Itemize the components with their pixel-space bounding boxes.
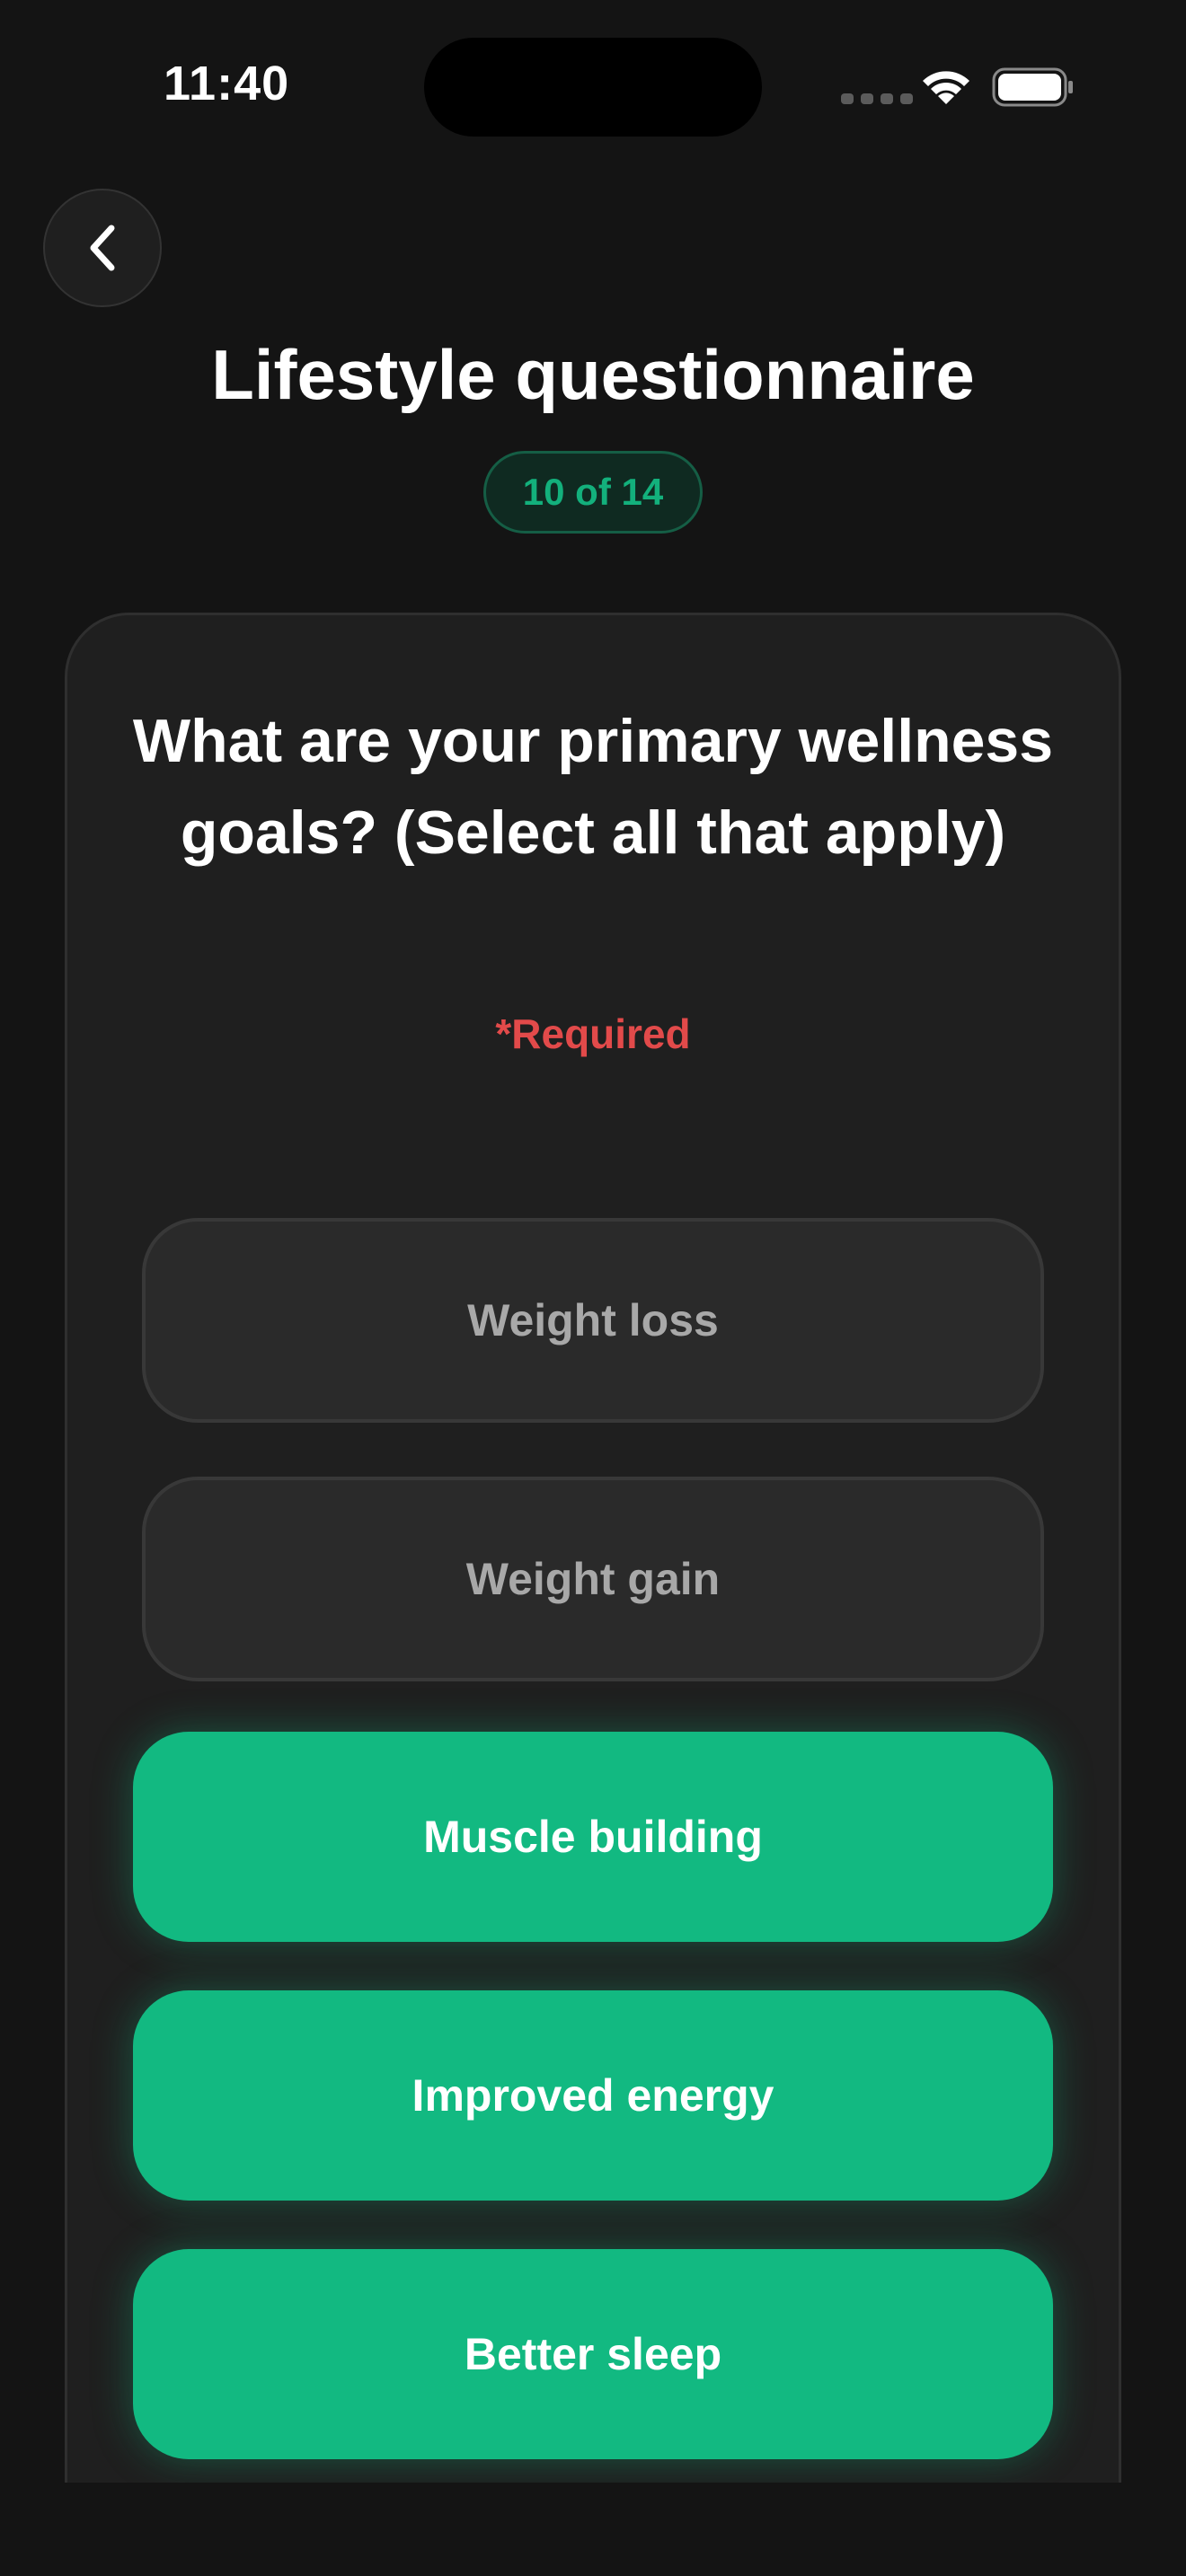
questionnaire-screen: 11:40 Lifestyle questionnaire 10 of 14 W…: [0, 0, 1186, 2576]
page-title: Lifestyle questionnaire: [211, 335, 975, 414]
back-button[interactable]: [43, 189, 162, 307]
wifi-icon: [923, 71, 969, 104]
required-label: *Required: [495, 1010, 691, 1057]
option-label: Improved energy: [412, 2070, 774, 2121]
question-text: What are your primary wellness goals? (S…: [132, 707, 1054, 867]
cellular-signal-icon: [841, 93, 913, 104]
option-label: Better sleep: [464, 2329, 722, 2379]
option-improved-energy[interactable]: Improved energy: [133, 1990, 1053, 2201]
option-label: Muscle building: [423, 1812, 763, 1862]
option-weight-gain[interactable]: Weight gain: [142, 1477, 1044, 1681]
option-label: Weight loss: [467, 1295, 719, 1345]
option-better-sleep[interactable]: Better sleep: [133, 2249, 1053, 2459]
option-label: Weight gain: [465, 1554, 721, 1604]
status-time: 11:40: [164, 57, 290, 110]
bottom-edge: [0, 2483, 1186, 2576]
option-muscle-building[interactable]: Muscle building: [133, 1732, 1053, 1942]
progress-badge: 10 of 14: [483, 451, 703, 534]
option-weight-loss[interactable]: Weight loss: [142, 1218, 1044, 1423]
chevron-left-icon: [90, 225, 115, 271]
battery-icon: [992, 67, 1073, 107]
dynamic-island: [424, 38, 762, 137]
